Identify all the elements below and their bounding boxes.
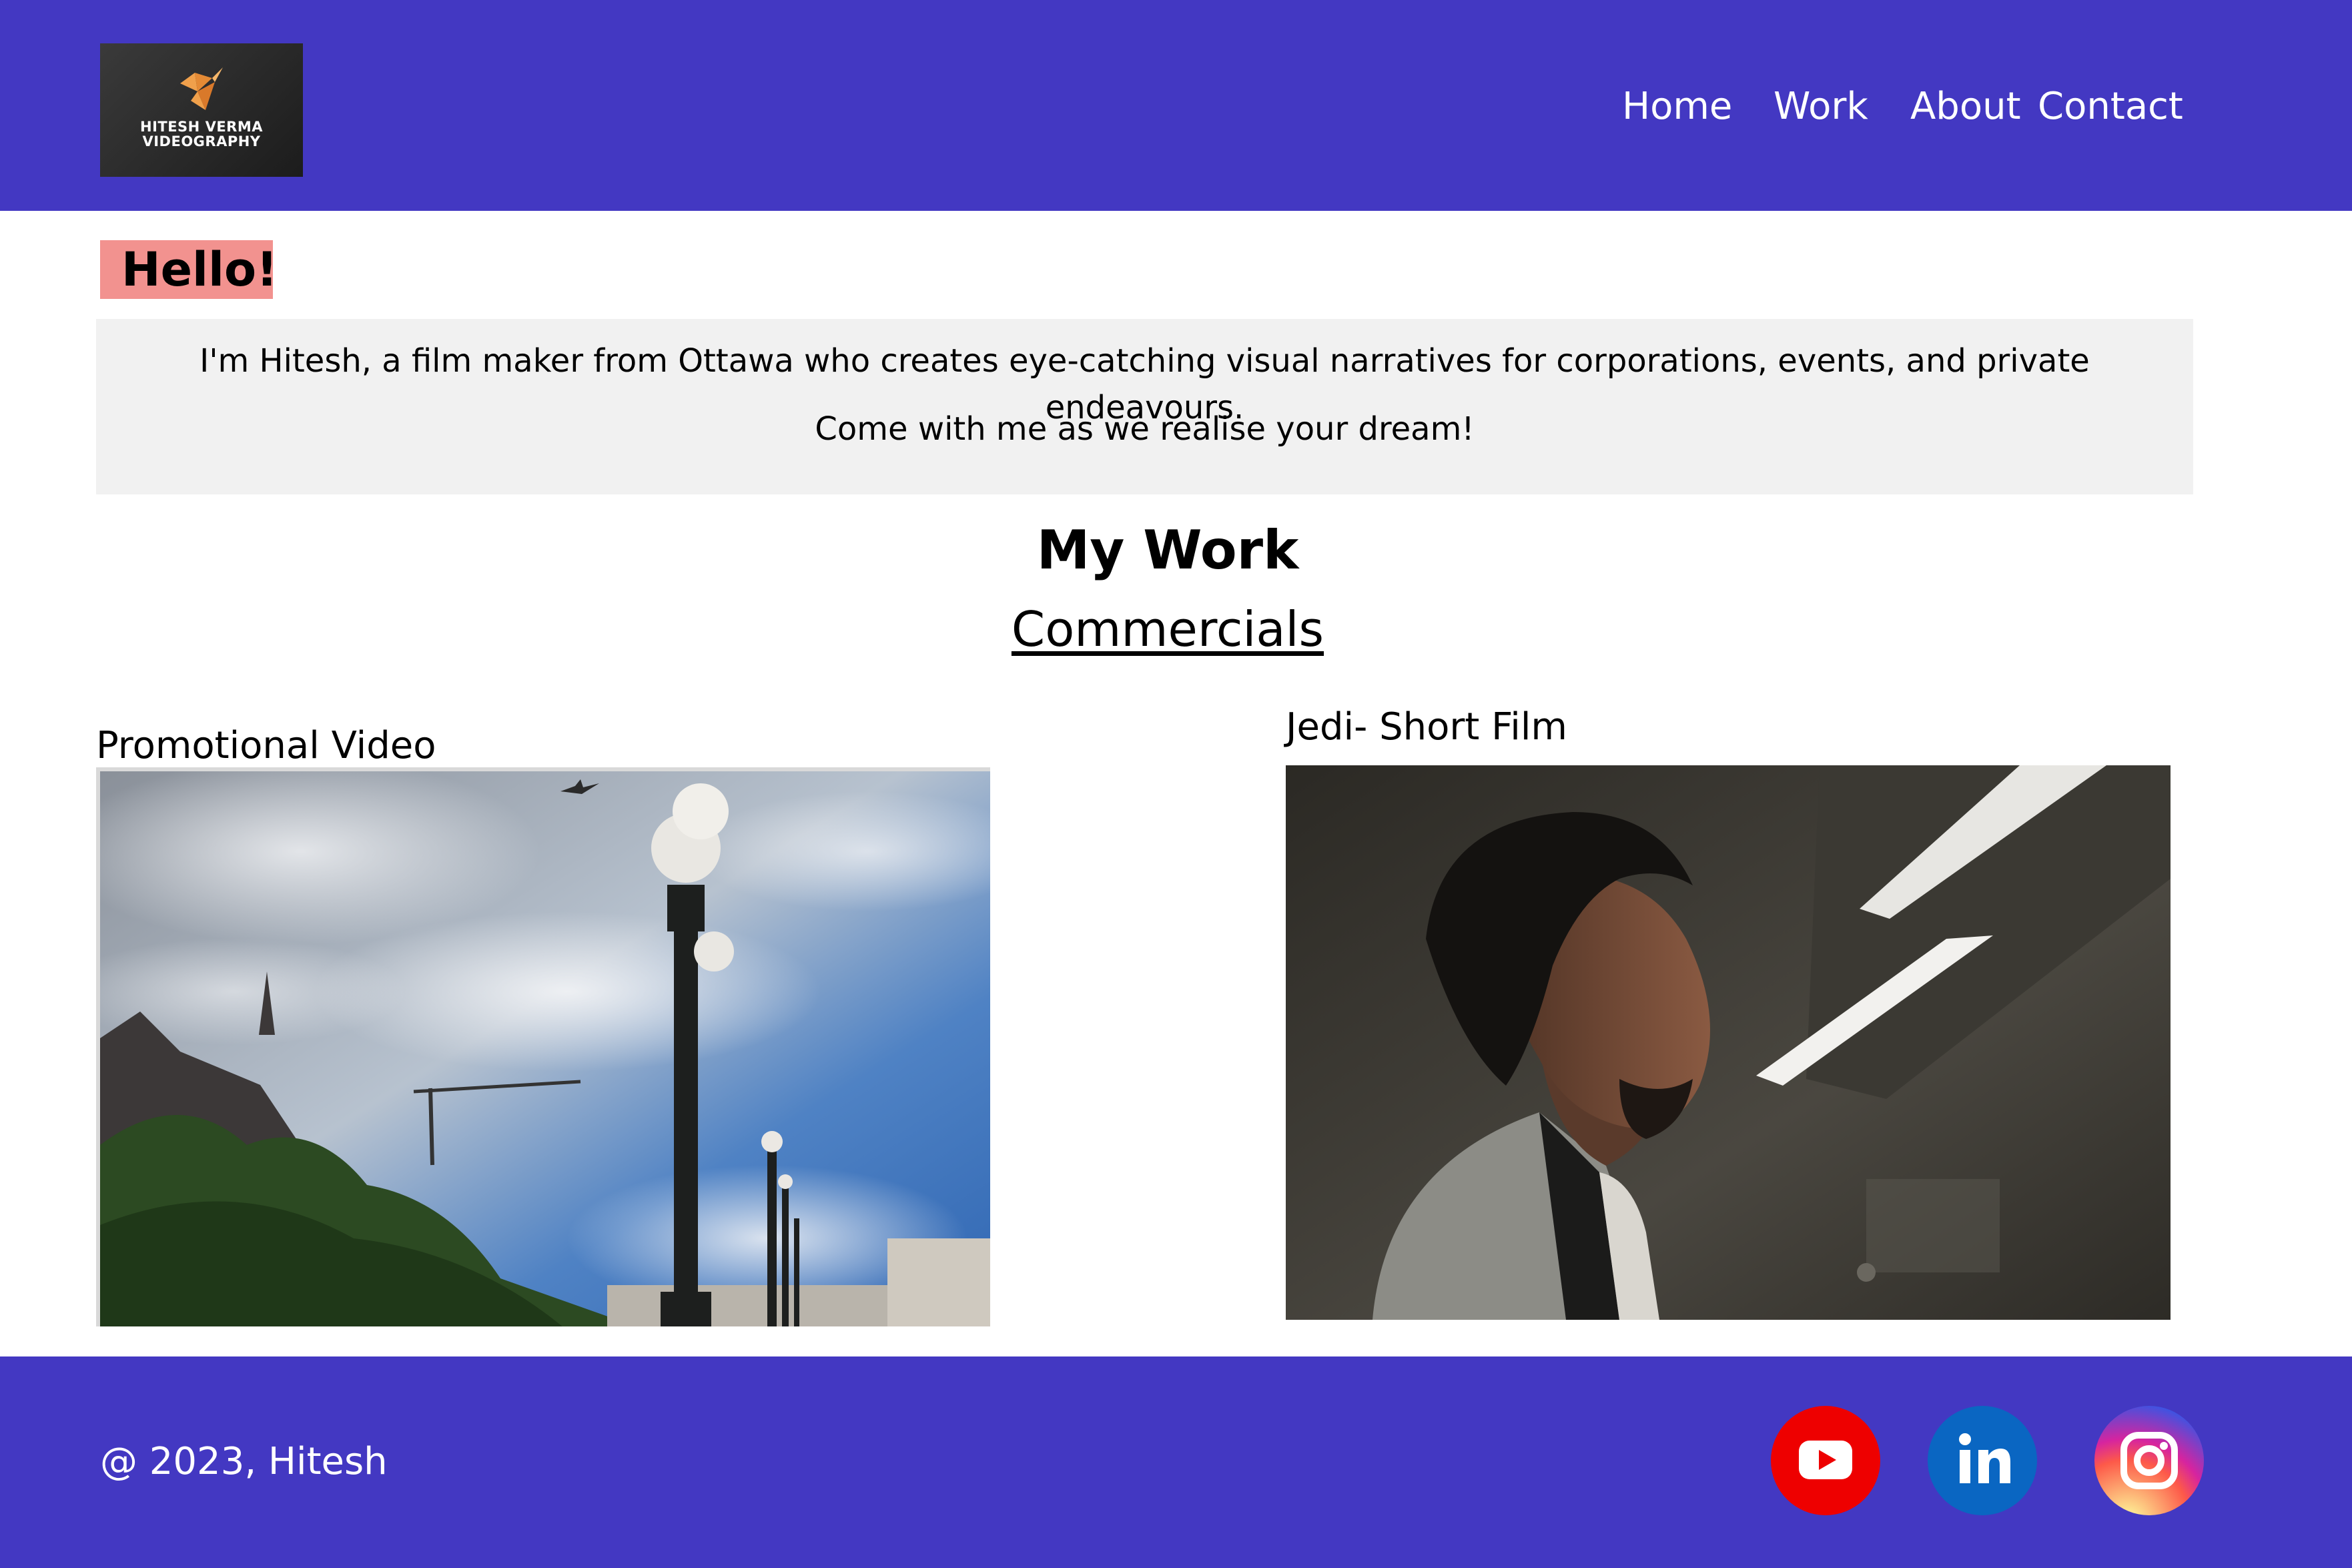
instagram-link[interactable] <box>2094 1406 2204 1515</box>
nav-about[interactable]: About <box>1910 80 2021 133</box>
commercials-link[interactable]: Commercials <box>1012 601 1324 657</box>
intro-line-2: Come with me as we realise your dream! <box>815 410 1475 448</box>
logo-line-2: VIDEOGRAPHY <box>142 133 261 149</box>
section-subheading[interactable]: Commercials <box>0 596 2335 663</box>
site-footer: @ 2023, Hitesh <box>0 1356 2352 1568</box>
youtube-icon <box>1799 1441 1852 1479</box>
copyright-text: @ 2023, Hitesh <box>100 1440 388 1483</box>
origami-bird-icon <box>180 67 223 110</box>
site-header: HITESH VERMA VIDEOGRAPHY Home Work About… <box>0 0 2352 211</box>
instagram-icon <box>2120 1432 2178 1489</box>
logo-line-1: HITESH VERMA <box>140 119 263 135</box>
nav-work[interactable]: Work <box>1774 80 1868 133</box>
site-logo[interactable]: HITESH VERMA VIDEOGRAPHY <box>100 43 303 177</box>
section-heading: My Work <box>1036 519 1299 581</box>
work-caption-1: Promotional Video <box>96 724 436 767</box>
hello-label: Hello! <box>121 242 278 297</box>
nav-contact[interactable]: Contact <box>2038 80 2183 133</box>
nav-home[interactable]: Home <box>1622 80 1732 133</box>
linkedin-icon <box>1959 1433 2010 1483</box>
intro-box: I'm Hitesh, a film maker from Ottawa who… <box>96 319 2193 494</box>
jedi-short-film-thumbnail[interactable] <box>1286 765 2171 1320</box>
hello-badge: Hello! <box>100 240 278 299</box>
work-caption-2: Jedi- Short Film <box>1286 705 1567 749</box>
linkedin-link[interactable] <box>1928 1406 2037 1515</box>
youtube-link[interactable] <box>1771 1406 1880 1515</box>
promotional-video-thumbnail[interactable] <box>96 767 990 1326</box>
